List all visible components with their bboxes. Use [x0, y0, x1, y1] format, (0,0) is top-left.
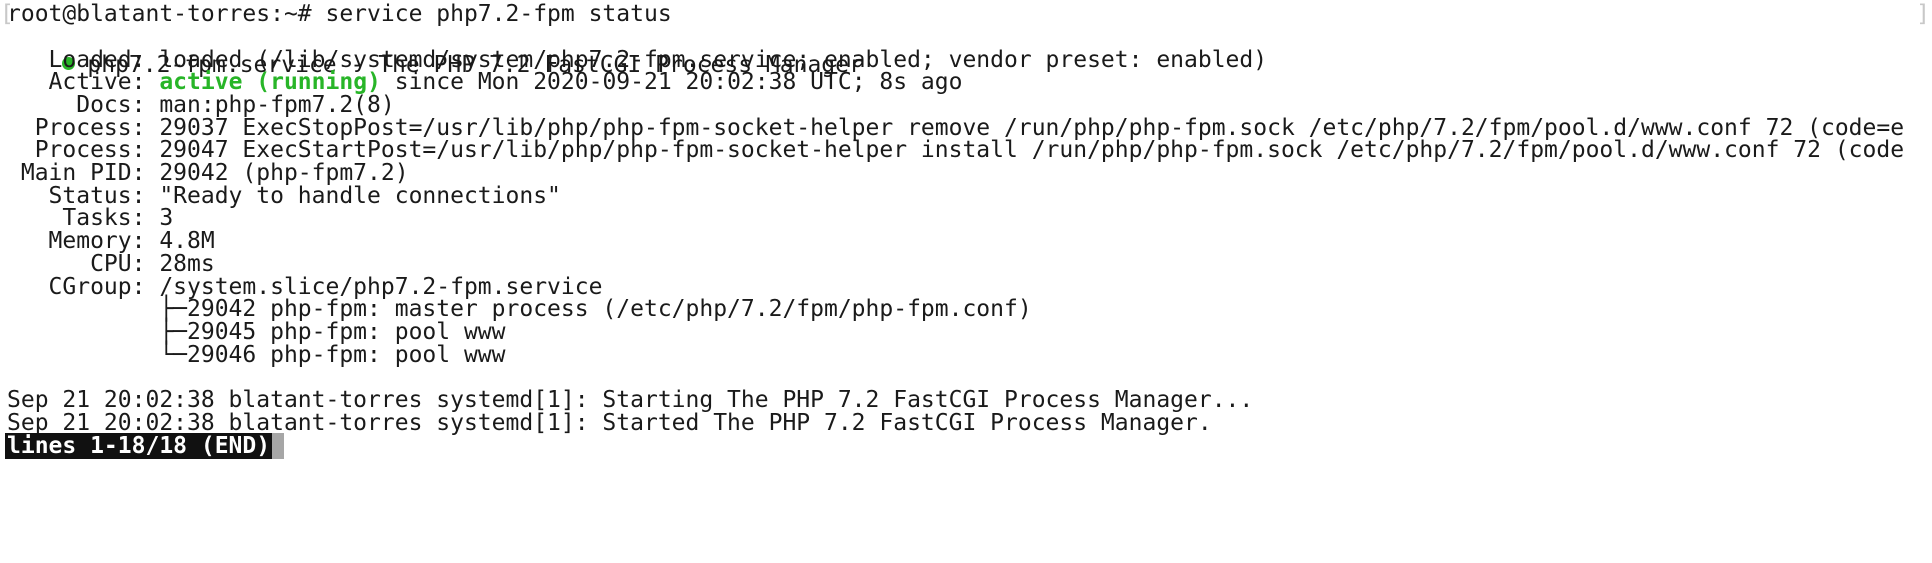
pager-status: lines 1-18/18 (END)	[5, 433, 273, 459]
terminal-window[interactable]: [ ] root@blatant-torres:~# service php7.…	[0, 0, 1932, 563]
active-since: since Mon 2020-09-21 20:02:38 UTC; 8s ag…	[380, 69, 963, 95]
pager-status-line[interactable]: lines 1-18/18 (END)	[5, 432, 285, 460]
text-cursor	[272, 433, 285, 459]
right-bracket: ]	[1916, 1, 1930, 27]
cgroup-tree-item: └─29046 php-fpm: pool www	[7, 342, 506, 368]
